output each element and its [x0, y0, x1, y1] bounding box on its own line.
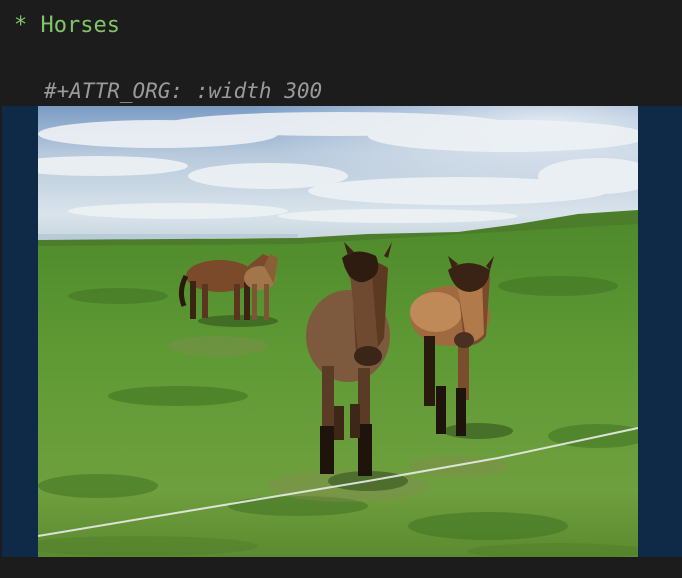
image-margin-left [2, 106, 38, 557]
image-margin-right [638, 106, 682, 557]
horses-photo-drawing [38, 106, 638, 557]
heading-star: * [14, 13, 28, 38]
inline-image-block [0, 106, 682, 557]
attr-org-keyword[interactable]: #+ATTR_ORG: :width 300 [44, 77, 322, 105]
bottom-bar [0, 557, 682, 578]
org-editor: * Horses #+ATTR_ORG: :width 300 [0, 0, 682, 578]
horses-photo[interactable] [38, 106, 638, 557]
org-heading[interactable]: * Horses [14, 12, 120, 40]
heading-title: Horses [40, 13, 120, 38]
